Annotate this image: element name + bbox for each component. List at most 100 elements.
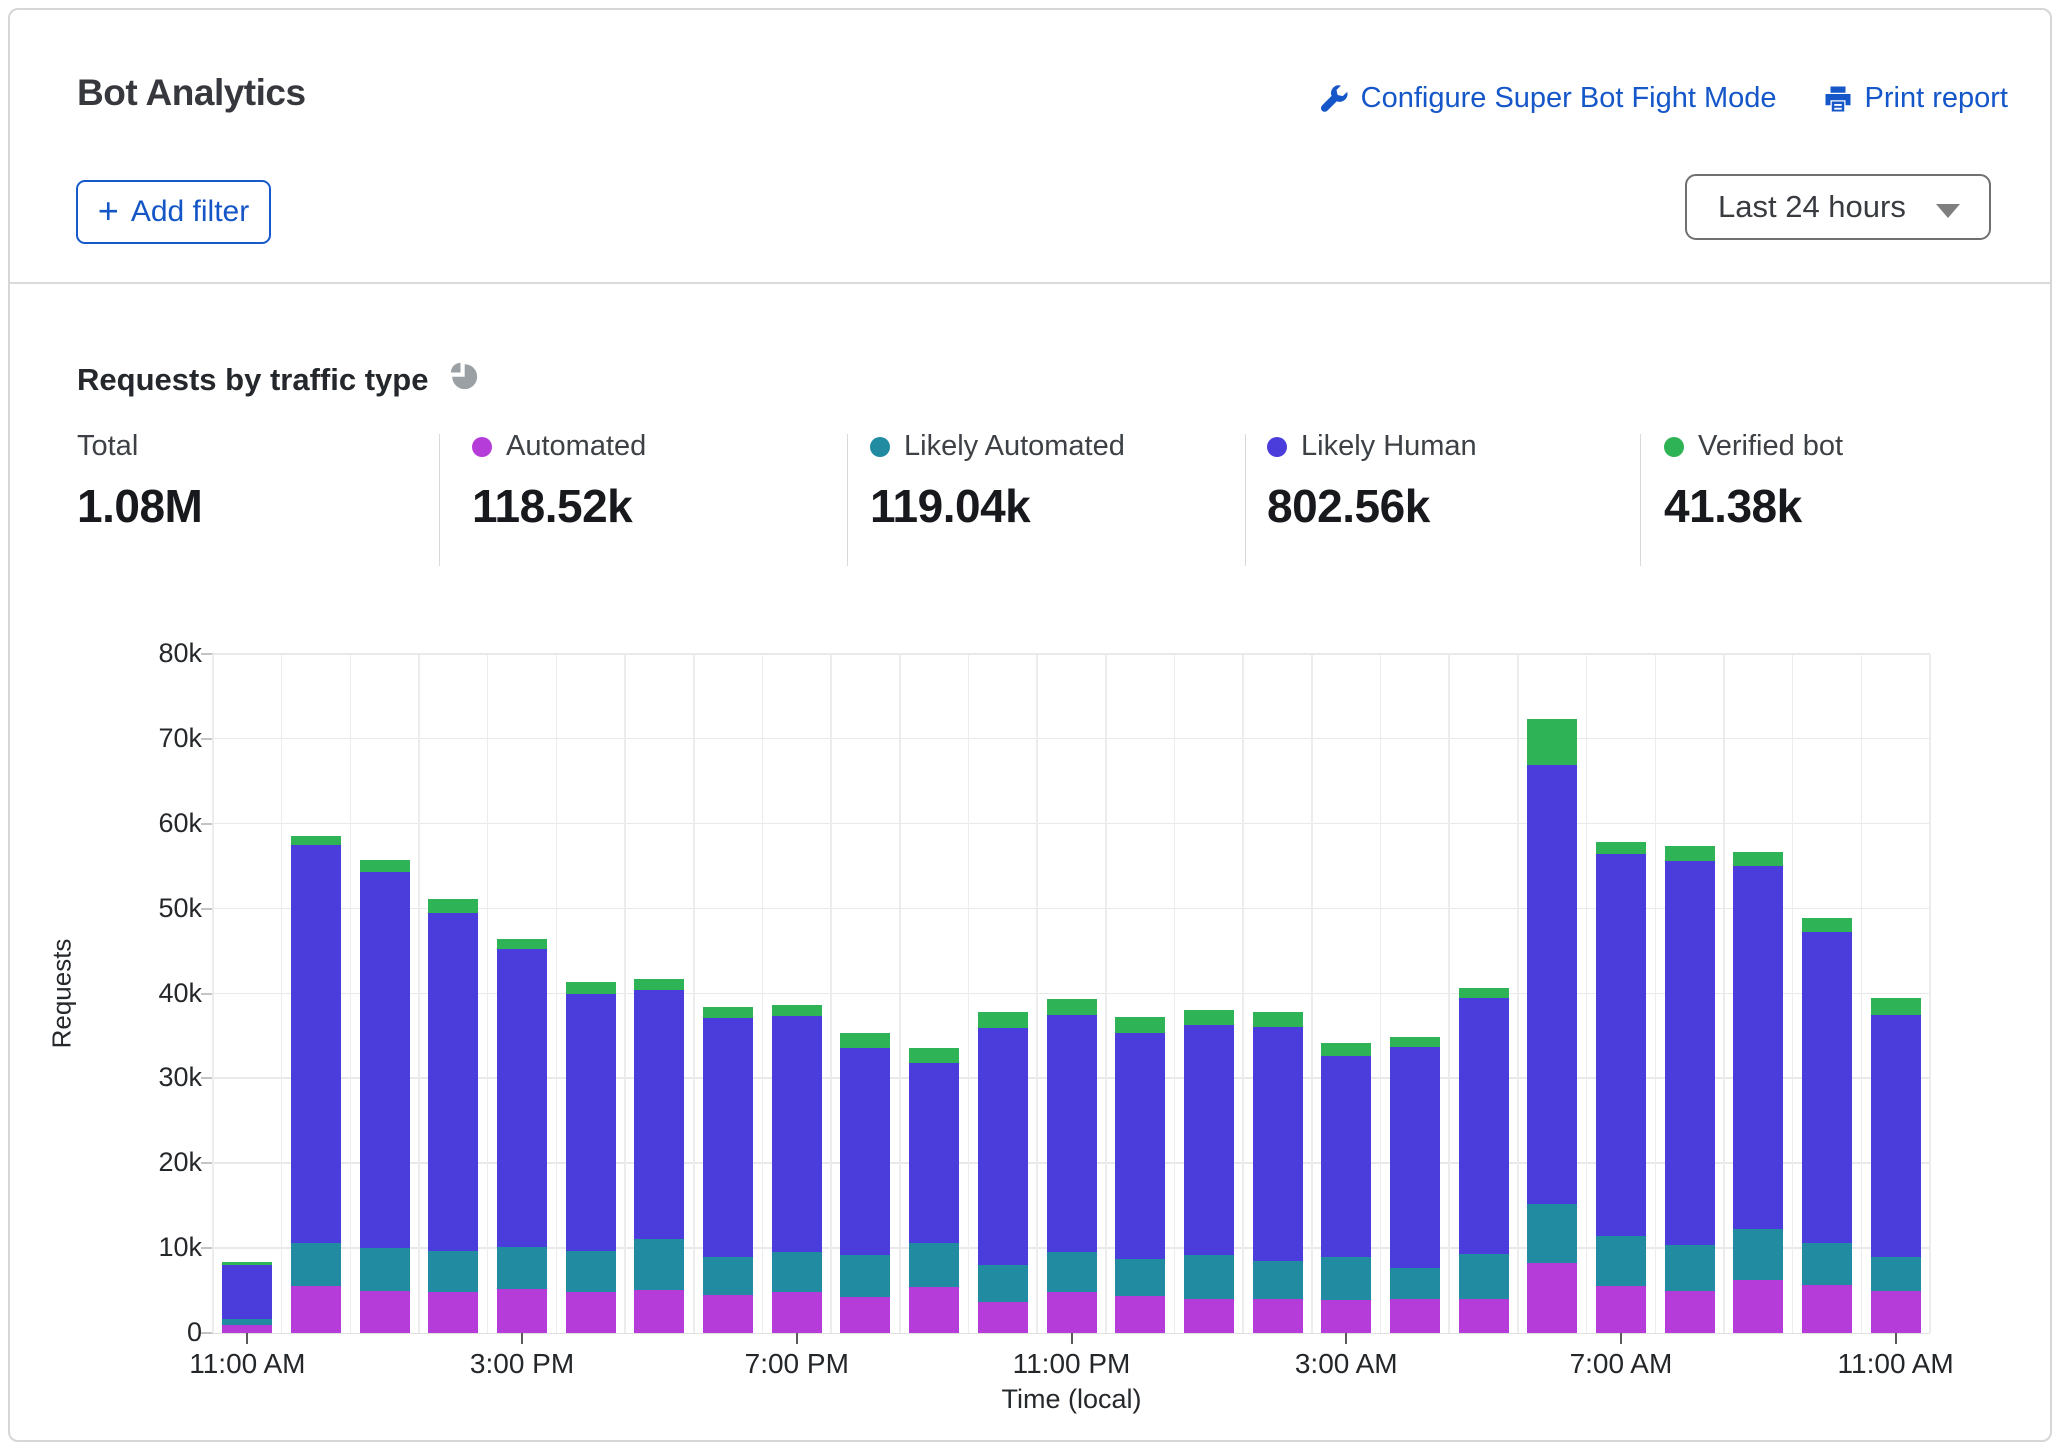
stat-verified-bot[interactable]: Verified bot41.38k bbox=[1664, 430, 1843, 533]
stat-label: Total bbox=[77, 430, 138, 463]
bar-segment-likely-automated bbox=[1184, 1255, 1234, 1299]
bar-segment-verified-bot bbox=[1871, 998, 1921, 1015]
x-tick-label: 11:00 AM bbox=[1806, 1348, 1986, 1380]
bar-segment-likely-automated bbox=[634, 1239, 684, 1290]
stat-likely-automated[interactable]: Likely Automated119.04k bbox=[870, 430, 1125, 533]
bar-7-00-pm[interactable] bbox=[772, 1005, 822, 1333]
bar-segment-automated bbox=[428, 1292, 478, 1333]
bar-segment-verified-bot bbox=[1390, 1037, 1440, 1047]
stat-divider bbox=[847, 434, 848, 566]
bar-6-00-am[interactable] bbox=[1527, 719, 1577, 1333]
bar-segment-likely-human bbox=[1733, 866, 1783, 1229]
stat-likely-human[interactable]: Likely Human 802.56k bbox=[1267, 430, 1477, 533]
bar-4-00-pm[interactable] bbox=[566, 982, 616, 1333]
section-heading-label: Requests by traffic type bbox=[77, 362, 428, 398]
configure-link-label: Configure Super Bot Fight Mode bbox=[1361, 82, 1777, 115]
x-tick-label: 11:00 AM bbox=[157, 1348, 337, 1380]
stat-label: Likely Human bbox=[1301, 430, 1477, 463]
bar-segment-automated bbox=[1527, 1263, 1577, 1333]
bar-segment-likely-human bbox=[1459, 998, 1509, 1254]
legend-dot-icon bbox=[870, 437, 890, 457]
x-tick bbox=[1071, 1333, 1073, 1344]
bar-1-00-am[interactable] bbox=[1184, 1010, 1234, 1333]
bar-3-00-pm[interactable] bbox=[497, 939, 547, 1333]
bar-12-00-am[interactable] bbox=[1115, 1017, 1165, 1333]
bar-7-00-am[interactable] bbox=[1596, 842, 1646, 1333]
bar-segment-verified-bot bbox=[1459, 988, 1509, 997]
bar-segment-automated bbox=[978, 1302, 1028, 1333]
bar-segment-likely-automated bbox=[978, 1265, 1028, 1301]
bar-9-00-am[interactable] bbox=[1733, 852, 1783, 1333]
stat-automated[interactable]: Automated118.52k bbox=[472, 430, 646, 533]
stat-label: Verified bot bbox=[1698, 430, 1843, 463]
gridline bbox=[1861, 654, 1863, 1333]
bar-4-00-am[interactable] bbox=[1390, 1037, 1440, 1333]
gridline bbox=[1517, 654, 1519, 1333]
bar-segment-verified-bot bbox=[1184, 1010, 1234, 1025]
y-tick bbox=[201, 908, 213, 910]
bar-segment-likely-human bbox=[1871, 1015, 1921, 1257]
time-range-value: Last 24 hours bbox=[1718, 189, 1906, 225]
bar-12-00-pm[interactable] bbox=[291, 836, 341, 1333]
bar-segment-likely-automated bbox=[703, 1257, 753, 1295]
bar-segment-verified-bot bbox=[291, 836, 341, 845]
y-tick-label: 60k bbox=[112, 808, 202, 839]
y-tick-label: 0 bbox=[112, 1317, 202, 1348]
gridline bbox=[1036, 654, 1038, 1333]
bar-segment-likely-human bbox=[978, 1028, 1028, 1265]
x-tick bbox=[521, 1333, 523, 1344]
bar-segment-likely-human bbox=[1321, 1056, 1371, 1256]
bar-segment-likely-automated bbox=[1321, 1257, 1371, 1300]
bar-segment-likely-automated bbox=[772, 1252, 822, 1291]
stat-total[interactable]: Total1.08M bbox=[77, 430, 202, 533]
bar-11-00-am[interactable] bbox=[222, 1262, 272, 1333]
bar-segment-likely-automated bbox=[1115, 1259, 1165, 1295]
bar-5-00-pm[interactable] bbox=[634, 979, 684, 1333]
bar-3-00-am[interactable] bbox=[1321, 1043, 1371, 1333]
configure-super-bot-fight-mode-link[interactable]: Configure Super Bot Fight Mode bbox=[1318, 82, 1777, 115]
bar-segment-automated bbox=[634, 1290, 684, 1333]
y-tick-label: 70k bbox=[112, 723, 202, 754]
gridline bbox=[1448, 654, 1450, 1333]
bar-11-00-am[interactable] bbox=[1871, 998, 1921, 1333]
bar-segment-likely-automated bbox=[1665, 1245, 1715, 1291]
bar-5-00-am[interactable] bbox=[1459, 988, 1509, 1333]
y-tick-label: 80k bbox=[112, 638, 202, 669]
x-tick bbox=[1620, 1333, 1622, 1344]
bar-segment-likely-automated bbox=[1253, 1261, 1303, 1299]
gridline bbox=[899, 654, 901, 1333]
bar-segment-automated bbox=[1802, 1285, 1852, 1333]
bar-2-00-pm[interactable] bbox=[428, 899, 478, 1333]
stats-row: Total1.08M Automated118.52k Likely Automat… bbox=[10, 430, 2050, 570]
bar-segment-automated bbox=[1390, 1299, 1440, 1333]
bar-segment-likely-human bbox=[497, 949, 547, 1247]
add-filter-button[interactable]: + Add filter bbox=[76, 180, 271, 244]
stat-value: 802.56k bbox=[1267, 479, 1477, 533]
legend-dot-icon bbox=[1267, 437, 1287, 457]
y-tick bbox=[201, 1162, 213, 1164]
bar-8-00-pm[interactable] bbox=[840, 1033, 890, 1333]
bar-segment-likely-automated bbox=[1871, 1257, 1921, 1291]
bar-segment-automated bbox=[909, 1287, 959, 1333]
gridline bbox=[213, 738, 1930, 740]
gridline bbox=[1311, 654, 1313, 1333]
bar-segment-verified-bot bbox=[428, 899, 478, 913]
bar-11-00-pm[interactable] bbox=[1047, 999, 1097, 1333]
bar-segment-likely-human bbox=[1665, 861, 1715, 1245]
bar-6-00-pm[interactable] bbox=[703, 1007, 753, 1333]
time-range-select[interactable]: Last 24 hours bbox=[1685, 174, 1991, 240]
bar-segment-verified-bot bbox=[1596, 842, 1646, 855]
bar-2-00-am[interactable] bbox=[1253, 1012, 1303, 1333]
bar-8-00-am[interactable] bbox=[1665, 846, 1715, 1333]
gridline bbox=[624, 654, 626, 1333]
bar-segment-automated bbox=[497, 1289, 547, 1333]
gridline bbox=[762, 654, 764, 1333]
bar-1-00-pm[interactable] bbox=[360, 860, 410, 1333]
bar-segment-likely-human bbox=[909, 1063, 959, 1243]
bar-segment-verified-bot bbox=[1047, 999, 1097, 1014]
bar-10-00-pm[interactable] bbox=[978, 1012, 1028, 1333]
gridline bbox=[830, 654, 832, 1333]
print-report-link[interactable]: Print report bbox=[1823, 82, 2008, 115]
bar-10-00-am[interactable] bbox=[1802, 918, 1852, 1333]
bar-9-00-pm[interactable] bbox=[909, 1048, 959, 1333]
